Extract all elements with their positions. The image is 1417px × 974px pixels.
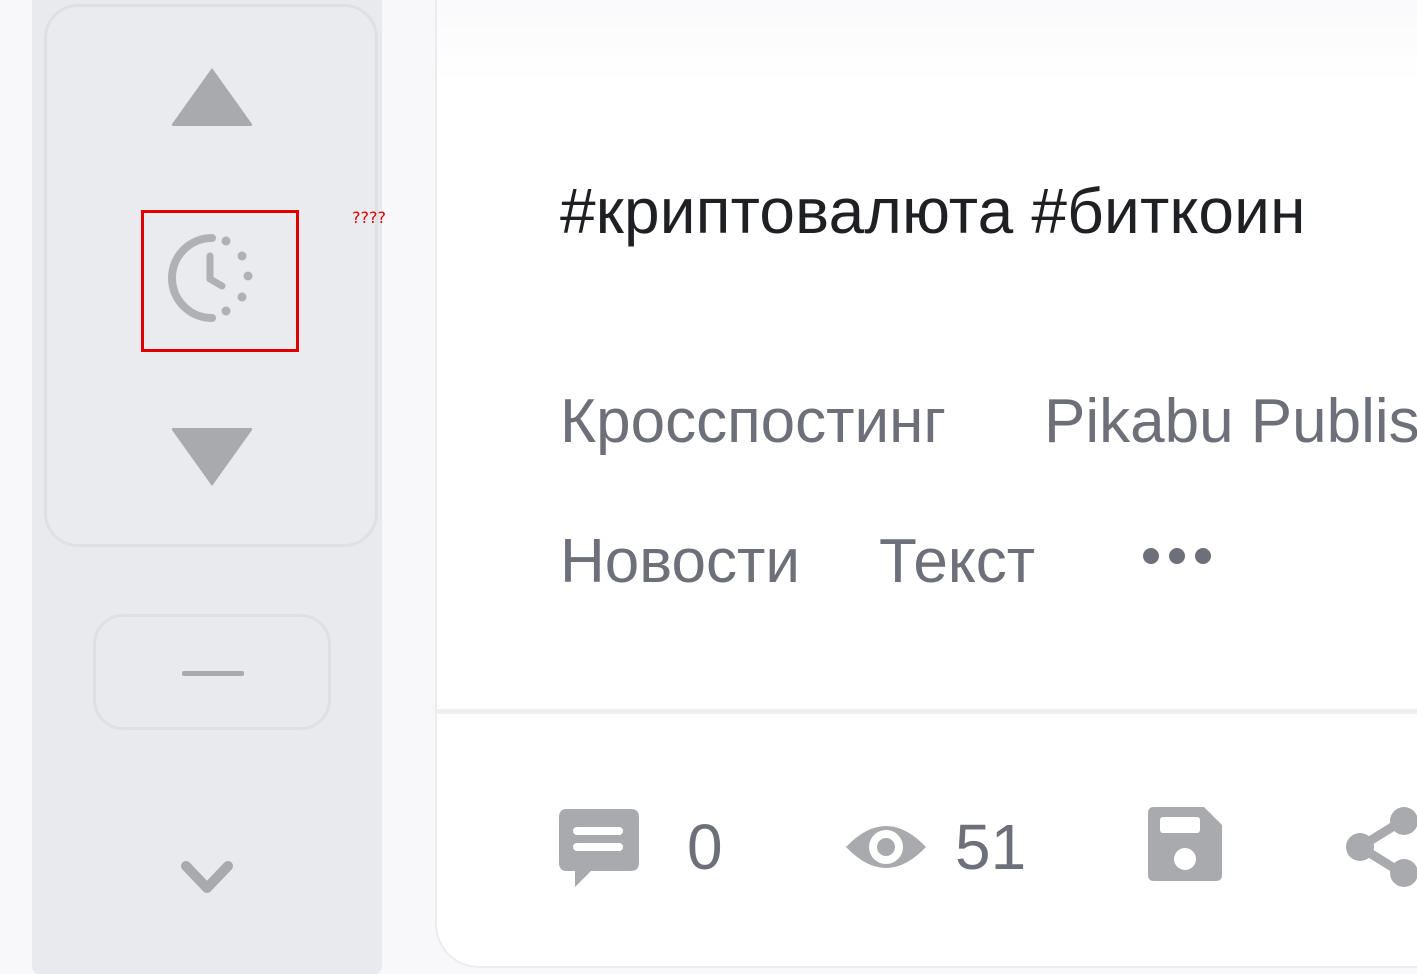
triangle-down-icon [171,428,253,486]
share-icon[interactable] [1342,807,1417,887]
minus-icon [182,671,244,676]
annotation-label: ???? [352,208,386,227]
timer-clock-icon[interactable] [164,230,260,326]
card-top-shade [437,0,1417,82]
comment-icon[interactable] [557,807,641,891]
triangle-up-icon [171,68,253,126]
downvote-button[interactable] [168,424,256,490]
chevron-down-icon[interactable] [178,854,236,904]
tag-link[interactable]: Pikabu Publish [1044,386,1417,457]
upvote-button[interactable] [168,64,256,130]
post-title: #криптовалюта #биткоин [560,175,1306,247]
post-card: #криптовалюта #биткоин Кросспостинг Pika… [435,0,1417,968]
tag-link[interactable]: Текст [879,526,1035,597]
tag-link[interactable]: Новости [560,526,800,597]
comments-count: 0 [687,811,723,883]
card-divider [437,709,1417,714]
tag-link[interactable]: Кросспостинг [560,386,946,457]
save-icon[interactable] [1148,807,1222,881]
more-dots-icon[interactable] [1141,544,1213,568]
eye-icon [846,826,926,868]
views-count: 51 [955,811,1027,883]
minus-button[interactable] [93,614,331,730]
